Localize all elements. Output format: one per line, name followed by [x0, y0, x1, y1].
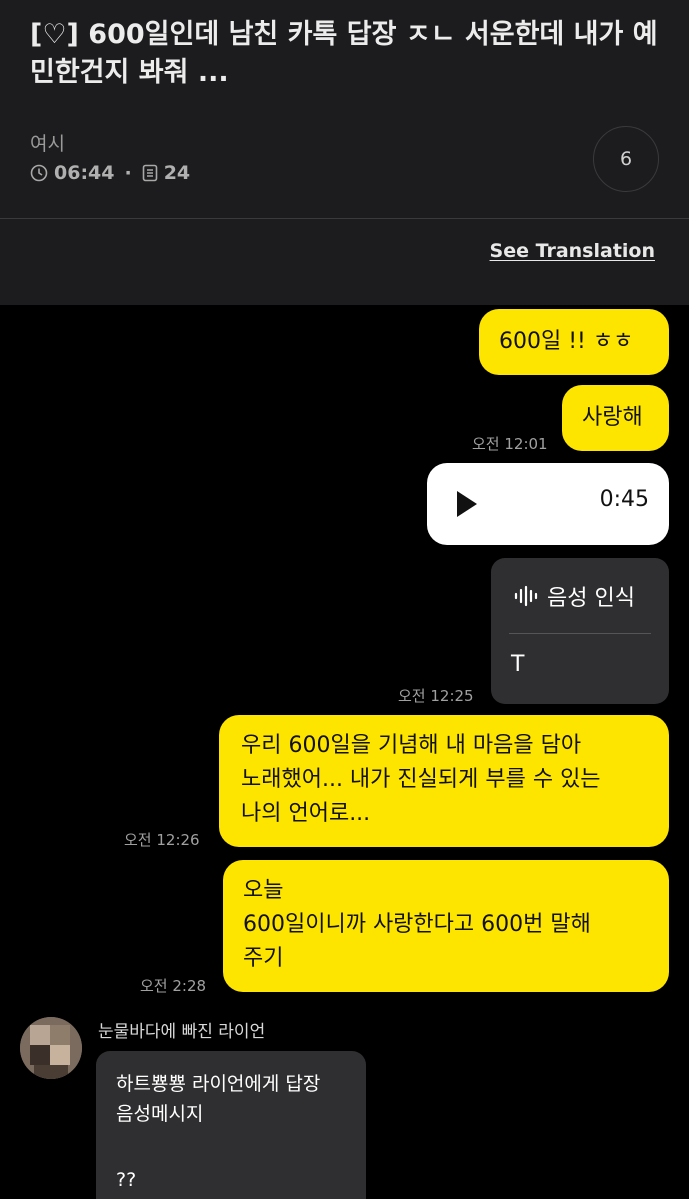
message-bubble-song: 우리 600일을 기념해 내 마음을 담아 노래했어... 내가 진실되게 부를… — [219, 715, 669, 847]
comment-count-button[interactable]: 6 — [593, 126, 659, 192]
reply-text: ?? — [116, 1169, 137, 1191]
message-bubble-600days: 600일 !! ㅎㅎ — [479, 309, 669, 375]
sender-avatar[interactable] — [20, 1017, 82, 1079]
document-icon — [142, 164, 158, 182]
stt-text: T — [511, 652, 525, 677]
reply-quote-title: 하트뿅뿅 라이언에게 답장 — [116, 1073, 321, 1095]
post-views: 24 — [163, 162, 191, 184]
stt-divider — [509, 633, 651, 634]
voice-duration: 0:45 — [599, 487, 649, 512]
post-title[interactable]: [♡] 600일인데 남친 카톡 답장 ㅈㄴ 서운한데 내가 예민한건지 봐줘 … — [30, 16, 670, 92]
message-time: 오전 2:28 — [140, 977, 207, 995]
message-time: 오전 12:25 — [398, 687, 474, 705]
soundwave-icon — [514, 585, 538, 607]
stt-label: 음성 인식 — [547, 586, 635, 611]
reply-quote-subtitle: 음성메시지 — [116, 1103, 204, 1125]
stt-header: 음성 인식 — [513, 580, 635, 612]
reply-bubble: 하트뿅뿅 라이언에게 답장 음성메시지 ?? — [96, 1051, 366, 1199]
message-bubble-love: 사랑해 — [562, 385, 669, 451]
chat-screenshot: 600일 !! ㅎㅎ 오전 12:01 사랑해 0:45 오전 12:25 음성… — [0, 305, 689, 1199]
post-time: 06:44 — [54, 162, 115, 184]
meta-separator: · — [124, 162, 132, 184]
post-header: [♡] 600일인데 남친 카톡 답장 ㅈㄴ 서운한데 내가 예민한건지 봐줘 … — [0, 0, 689, 218]
message-time: 오전 12:26 — [124, 831, 200, 849]
speech-recognition-card[interactable]: 음성 인식 T — [491, 558, 669, 704]
see-translation-link[interactable]: See Translation — [490, 240, 655, 262]
clock-icon — [30, 164, 48, 182]
header-divider — [0, 218, 689, 219]
voice-message[interactable]: 0:45 — [427, 463, 669, 545]
post-meta: 06:44 · 24 — [30, 162, 190, 184]
message-time: 오전 12:01 — [472, 435, 548, 453]
play-icon[interactable] — [457, 491, 477, 517]
sender-name: 눈물바다에 빠진 라이언 — [98, 1022, 266, 1042]
post-author[interactable]: 여시 — [30, 129, 65, 156]
message-bubble-today: 오늘 600일이니까 사랑한다고 600번 말해 주기 — [223, 860, 669, 992]
